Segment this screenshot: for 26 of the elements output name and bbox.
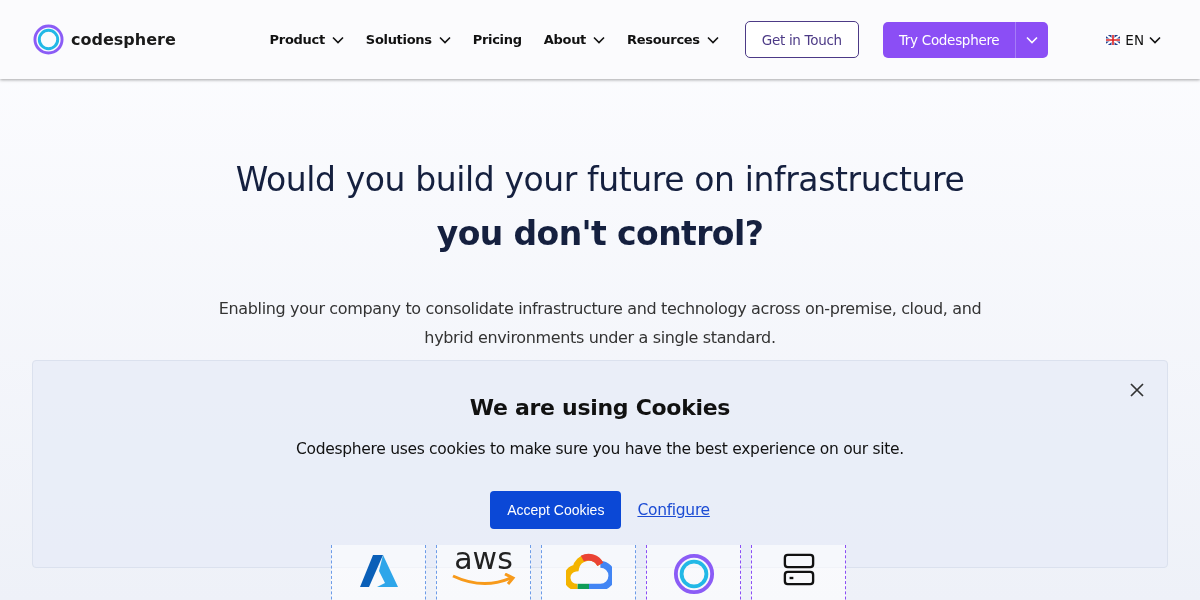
dropdown-button[interactable] <box>1015 21 1049 58</box>
nav-link[interactable]: About <box>543 32 606 47</box>
aws-logo: aws <box>450 545 517 600</box>
nav-link[interactable]: Resources <box>627 32 719 47</box>
azure-logo-icon <box>358 553 399 589</box>
headline-emphasis: you don't control? <box>436 213 764 255</box>
server-icon <box>782 553 815 587</box>
chevron-down-icon <box>1026 35 1039 44</box>
chevron-down-icon <box>1149 35 1161 44</box>
logo-icon <box>33 24 64 55</box>
language-selector[interactable]: EN <box>1100 30 1167 49</box>
flag-icon <box>1106 34 1121 45</box>
get-in-touch-button[interactable]: Get in Touch <box>744 21 859 58</box>
cookie-title: We are using Cookies <box>469 395 731 420</box>
brand-name: codesphere <box>71 30 176 49</box>
headline: Would you build your future on infrastructure <box>235 159 965 201</box>
configure-link[interactable]: Configure <box>637 501 710 519</box>
nav-link[interactable]: Solutions <box>365 32 451 47</box>
cloud-logo-icon <box>565 553 612 589</box>
ring-logo-icon <box>672 553 715 595</box>
hero-subtitle: Enabling your company to consolidate infrastructure and technology across on-premise, cloud, and hybrid environments under a single standard. <box>217 298 983 349</box>
accept-cookies-button[interactable]: Accept Cookies <box>490 491 622 529</box>
nav-link[interactable]: Pricing <box>472 32 522 47</box>
nav-link[interactable]: Product <box>269 32 344 47</box>
cookie-text: Codesphere uses cookies to make sure you have the best experience on our site. <box>296 440 904 458</box>
try-codesphere-button[interactable]: Try Codesphere <box>882 21 1016 58</box>
